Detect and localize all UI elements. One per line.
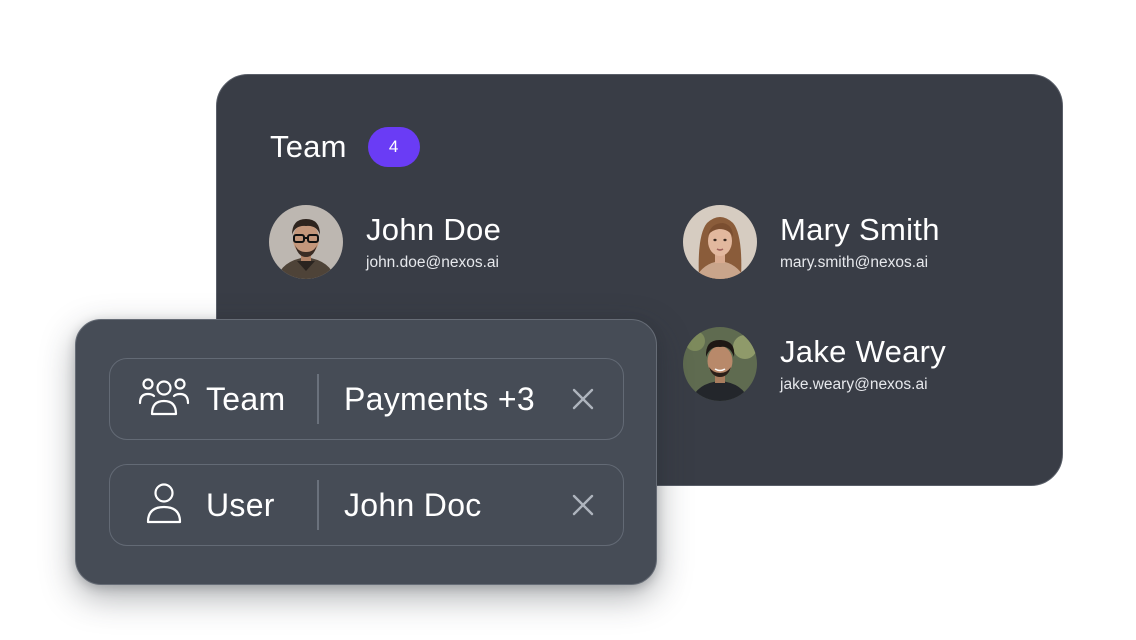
filter-label: Team — [206, 380, 286, 417]
member-email: mary.smith@nexos.ai — [780, 254, 929, 271]
user-icon — [138, 482, 190, 528]
team-icon — [138, 376, 190, 422]
member-name: John Doe — [366, 212, 502, 247]
team-title: Team — [270, 129, 347, 164]
divider — [317, 374, 319, 424]
member-info: John Doe john.doe@nexos.ai — [366, 212, 501, 272]
divider — [317, 480, 319, 530]
member-name: Mary Smith — [780, 212, 940, 247]
stage: Team 4 John Doe john.doe@nexos.ai Mary S… — [0, 0, 1136, 640]
member-email: jake.weary@nexos.ai — [780, 376, 928, 393]
filter-value: John Doc — [344, 486, 482, 523]
close-icon[interactable] — [571, 493, 595, 517]
filter-chip-user[interactable]: User John Doc — [109, 464, 624, 546]
member-email: john.doe@nexos.ai — [366, 254, 499, 271]
filter-panel: Team Payments +3 User John Doc — [75, 319, 657, 585]
avatar — [683, 205, 757, 279]
avatar — [683, 327, 757, 401]
filter-chip-team[interactable]: Team Payments +3 — [109, 358, 624, 440]
member-john-doe[interactable]: John Doe john.doe@nexos.ai — [269, 205, 501, 279]
team-header: Team 4 — [270, 127, 420, 167]
member-jake-weary[interactable]: Jake Weary jake.weary@nexos.ai — [683, 327, 946, 401]
avatar — [269, 205, 343, 279]
close-icon[interactable] — [571, 387, 595, 411]
member-mary-smith[interactable]: Mary Smith mary.smith@nexos.ai — [683, 205, 940, 279]
member-info: Mary Smith mary.smith@nexos.ai — [780, 212, 940, 272]
filter-value: Payments +3 — [344, 380, 535, 417]
team-count-badge: 4 — [367, 127, 420, 167]
member-name: Jake Weary — [780, 334, 947, 369]
filter-label: User — [206, 486, 275, 523]
member-info: Jake Weary jake.weary@nexos.ai — [780, 334, 946, 394]
